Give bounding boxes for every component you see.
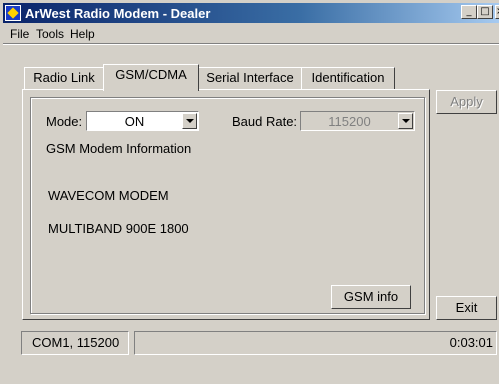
tab-gsm-cdma[interactable]: GSM/CDMA [103, 64, 199, 91]
mode-value: ON [124, 114, 145, 129]
maximize-button[interactable]: □ [477, 5, 493, 19]
baud-rate-value: 115200 [328, 114, 371, 129]
app-icon[interactable] [5, 5, 21, 21]
status-time: 0:03:01 [134, 331, 497, 355]
close-button[interactable]: × [495, 5, 499, 19]
tab-serial-interface[interactable]: Serial Interface [198, 67, 302, 89]
gsm-info-heading: GSM Modem Information [46, 141, 192, 156]
menu-file[interactable]: File [10, 27, 29, 41]
tab-identification[interactable]: Identification [301, 67, 395, 89]
apply-button[interactable]: Apply [436, 90, 497, 114]
gsm-info-line-1: WAVECOM MODEM [48, 188, 169, 203]
menu-help[interactable]: Help [70, 27, 95, 41]
app-window: ArWest Radio Modem - Dealer _ □ × File T… [0, 0, 499, 384]
menu-separator [3, 43, 499, 45]
status-port: COM1, 115200 [21, 331, 129, 355]
exit-button[interactable]: Exit [436, 296, 497, 320]
menu-bar: File Tools Help [3, 24, 499, 43]
chevron-down-icon[interactable] [182, 113, 197, 129]
minimize-button[interactable]: _ [461, 5, 477, 19]
mode-label: Mode: [46, 114, 83, 129]
baud-rate-label: Baud Rate: [232, 114, 298, 129]
window-title: ArWest Radio Modem - Dealer [25, 6, 211, 21]
tab-radio-link[interactable]: Radio Link [24, 67, 104, 89]
menu-tools[interactable]: Tools [36, 27, 64, 41]
minimize-icon: _ [466, 6, 472, 17]
title-bar[interactable]: ArWest Radio Modem - Dealer _ □ × [3, 3, 499, 23]
baud-rate-select: 115200 [300, 111, 415, 131]
chevron-down-icon [398, 113, 413, 129]
gsm-info-line-2: MULTIBAND 900E 1800 [48, 221, 189, 236]
maximize-icon: □ [480, 6, 490, 17]
mode-select[interactable]: ON [86, 111, 199, 131]
gsm-info-button[interactable]: GSM info [331, 285, 411, 309]
